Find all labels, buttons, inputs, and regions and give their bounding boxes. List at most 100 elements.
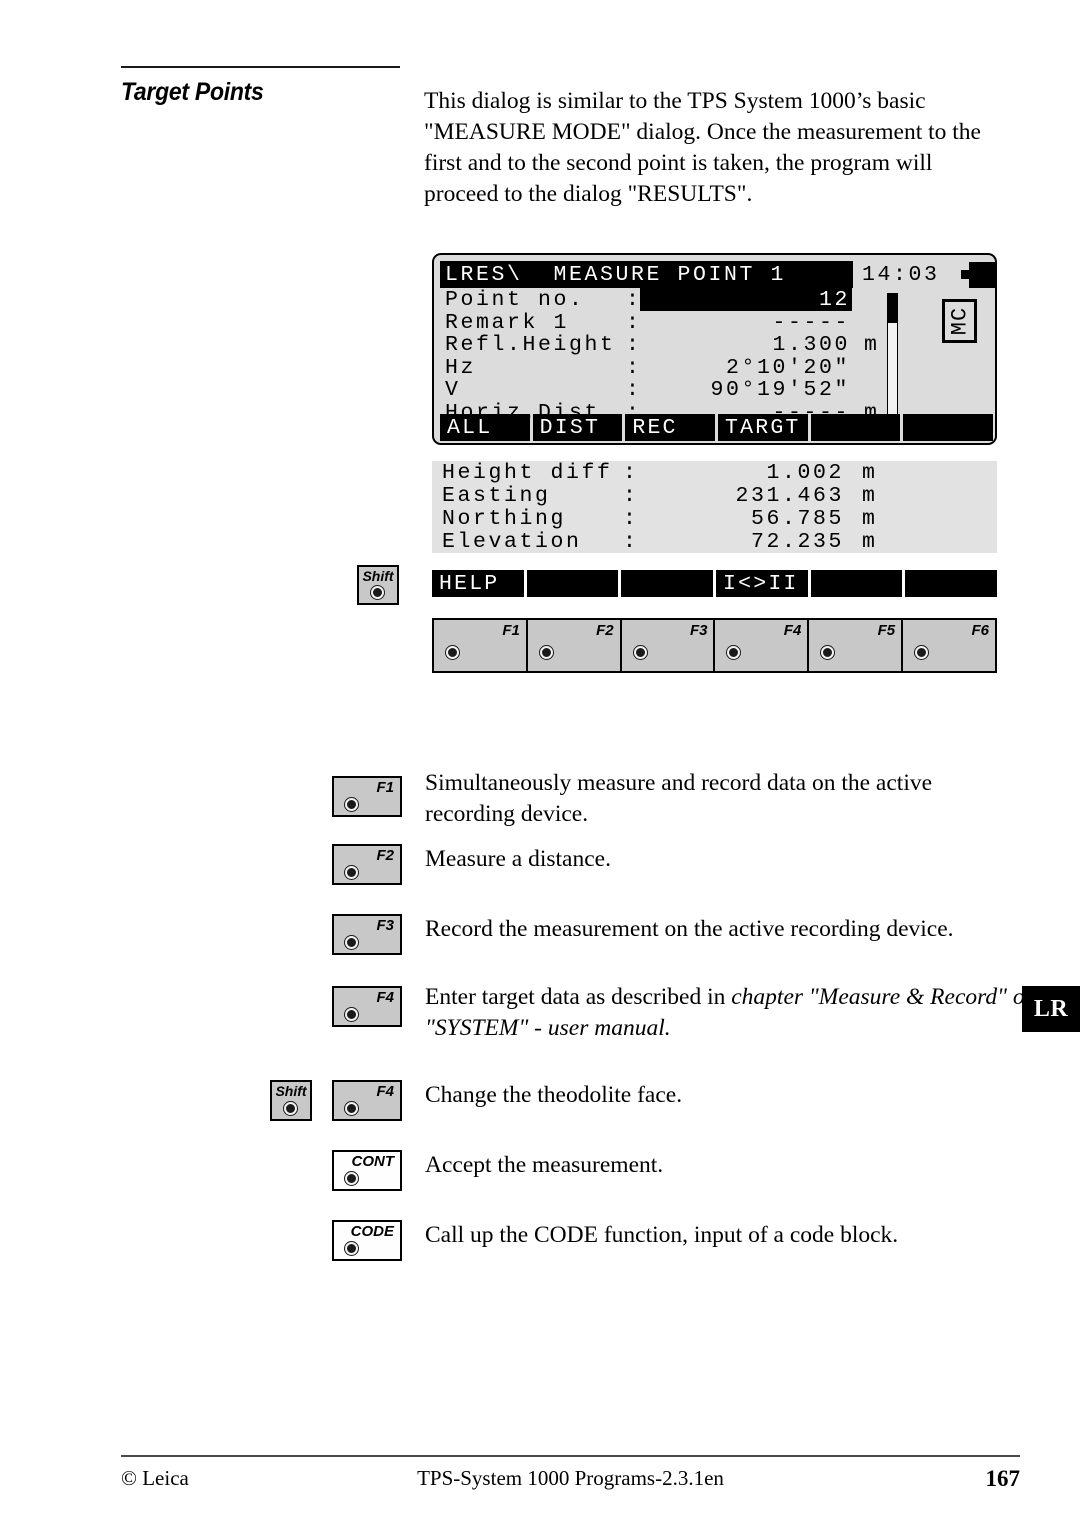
softkey-empty-6[interactable] xyxy=(903,414,994,441)
field-value[interactable]: ----- xyxy=(640,311,850,335)
field-value[interactable]: 12 xyxy=(640,288,850,312)
lcd-display: LRES\ MEASURE POINT 1 14:03 Point no. : … xyxy=(432,253,997,445)
legend-key-f2[interactable]: F2 xyxy=(332,844,402,885)
lcd-row: Point no. : 12 xyxy=(440,287,880,312)
result-row: Easting : 231.463 m xyxy=(432,484,997,508)
lcd-row: Hz : 2°10'20" xyxy=(440,356,880,380)
key-led-dot xyxy=(446,646,459,659)
field-value[interactable]: 90°19'52" xyxy=(640,378,850,402)
legend-row-f4-target: F4 Enter target data as described in cha… xyxy=(270,980,1031,1068)
lcd-row: V : 90°19'52" xyxy=(440,378,880,402)
legend-description-plain: Enter target data as described in xyxy=(425,984,732,1010)
legend-description: Enter target data as described in chapte… xyxy=(425,982,1045,1044)
result-label: Elevation xyxy=(442,530,582,554)
key-led-dot xyxy=(345,1102,358,1115)
softkey-targt[interactable]: TARGT xyxy=(718,414,808,441)
field-unit: m xyxy=(864,333,880,358)
legend-row-f2: F2 Measure a distance. xyxy=(270,840,1030,902)
hardware-key-f4[interactable]: F4 xyxy=(715,620,810,671)
footer-page-number: 167 xyxy=(985,1466,1021,1491)
results-panel: Height diff : 1.002 m Easting : 231.463 … xyxy=(432,461,997,554)
legend-key-cont[interactable]: CONT xyxy=(332,1150,402,1191)
key-led-dot xyxy=(821,646,835,659)
legend-key-code[interactable]: CODE xyxy=(332,1220,402,1261)
key-led-dot xyxy=(371,586,384,599)
lcd-field-list: Point no. : 12 Remark 1 : ----- Refl.Hei… xyxy=(440,287,880,425)
key-led-dot xyxy=(633,646,647,659)
softkey-shift-6[interactable] xyxy=(905,570,998,597)
lcd-clock: 14:03 xyxy=(862,263,940,287)
key-led-dot xyxy=(345,1172,358,1185)
key-label: F2 xyxy=(376,847,394,864)
legend-description: Measure a distance. xyxy=(425,846,611,872)
result-label: Height diff xyxy=(442,461,613,485)
key-led-dot xyxy=(345,798,358,811)
hardware-key-f6[interactable]: F6 xyxy=(903,620,995,671)
hardware-key-f1[interactable]: F1 xyxy=(434,620,528,671)
shift-key[interactable]: Shift xyxy=(357,565,399,605)
legend-key-f3[interactable]: F3 xyxy=(332,914,402,955)
softkey-dist[interactable]: DIST xyxy=(532,414,623,441)
result-label: Northing xyxy=(442,507,567,531)
legend-row-cont: CONT Accept the measurement. xyxy=(270,1146,1030,1208)
status-badge-mc: MC xyxy=(942,299,977,343)
hardware-key-f3[interactable]: F3 xyxy=(622,620,716,671)
status-badge-label: MC xyxy=(947,306,972,336)
shifted-softkey-bar: HELP I<>II xyxy=(432,570,998,597)
key-label: F3 xyxy=(689,622,708,639)
key-led-dot xyxy=(539,646,553,659)
lcd-softkey-bar: ALL DIST REC TARGT xyxy=(440,414,994,441)
legend-key-shift[interactable]: Shift xyxy=(270,1080,312,1121)
result-value: 231.463 xyxy=(735,484,844,508)
lcd-row: Remark 1 : ----- xyxy=(440,311,880,335)
key-label: F6 xyxy=(971,622,989,639)
result-row: Height diff : 1.002 m xyxy=(432,461,997,485)
scrollbar-thumb[interactable] xyxy=(888,294,897,323)
legend-key-f1[interactable]: F1 xyxy=(332,776,402,817)
key-label: F1 xyxy=(502,622,520,639)
field-value[interactable]: 2°10'20" xyxy=(640,356,850,380)
softkey-face-toggle[interactable]: I<>II xyxy=(716,570,808,597)
result-row: Elevation : 72.235 m xyxy=(432,530,997,554)
softkey-shift-2[interactable] xyxy=(526,570,619,597)
lcd-row: Refl.Height : 1.300 m xyxy=(440,333,880,358)
shift-key-label: Shift xyxy=(362,568,394,584)
softkey-shift-3[interactable] xyxy=(621,570,714,597)
legend-description: Simultaneously measure and record data o… xyxy=(425,770,933,827)
result-value: 72.235 xyxy=(750,530,844,554)
function-key-strip: F1 F2 F3 F4 F5 F6 xyxy=(432,618,997,673)
key-label: F1 xyxy=(376,779,394,796)
legend-row-code: CODE Call up the CODE function, input of… xyxy=(270,1216,1030,1278)
legend-description: Record the measurement on the active rec… xyxy=(425,916,954,942)
legend-key-f4[interactable]: F4 xyxy=(332,986,402,1027)
chapter-tab-lr: LR xyxy=(1022,986,1080,1032)
field-label: Point no. xyxy=(445,288,585,312)
field-value[interactable]: 1.300 xyxy=(640,333,850,357)
result-unit: m xyxy=(862,484,878,508)
softkey-help[interactable]: HELP xyxy=(432,570,524,597)
softkey-all[interactable]: ALL xyxy=(440,414,530,441)
document-page: Target Points This dialog is similar to … xyxy=(0,0,1080,1529)
battery-icon xyxy=(969,262,995,288)
result-value: 1.002 xyxy=(766,461,844,485)
hardware-key-f2[interactable]: F2 xyxy=(528,620,622,671)
result-value: 56.785 xyxy=(750,507,844,531)
key-led-dot xyxy=(345,936,358,949)
result-unit: m xyxy=(862,461,878,485)
key-label: CONT xyxy=(351,1153,395,1170)
key-led-dot xyxy=(727,646,741,659)
key-label: F5 xyxy=(877,622,896,639)
hardware-key-f5[interactable]: F5 xyxy=(809,620,904,671)
legend-row-f3: F3 Record the measurement on the active … xyxy=(270,910,1030,972)
footer-title: TPS-System 1000 Programs-2.3.1en xyxy=(417,1466,724,1490)
page-footer: © Leica TPS-System 1000 Programs-2.3.1en… xyxy=(121,1466,1020,1496)
softkey-shift-5[interactable] xyxy=(810,570,903,597)
softkey-empty-5[interactable] xyxy=(810,414,901,441)
legend-key-f4-alt[interactable]: F4 xyxy=(332,1080,402,1121)
key-label: F4 xyxy=(376,1083,394,1100)
key-label: Shift xyxy=(275,1083,307,1099)
legend-description: Call up the CODE function, input of a co… xyxy=(425,1222,899,1248)
softkey-rec[interactable]: REC xyxy=(625,414,716,441)
lcd-title-bar: LRES\ MEASURE POINT 1 xyxy=(440,261,853,288)
key-label: F4 xyxy=(783,622,802,639)
